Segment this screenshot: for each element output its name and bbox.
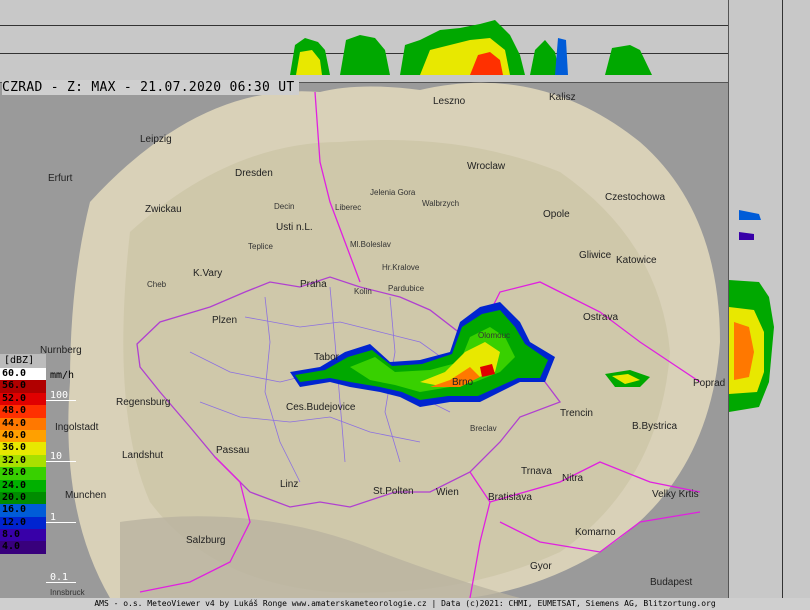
right-profile-echoes: [729, 210, 774, 412]
legend-row: 16.0: [0, 504, 46, 517]
city-label-katowice: Katowice: [616, 255, 657, 266]
city-label-czestochowa: Czestochowa: [605, 192, 666, 203]
right-elevation-profile: [728, 82, 810, 600]
city-label-poprad: Poprad: [693, 378, 726, 389]
city-label-olomouc: Olomouc: [478, 331, 511, 340]
city-label-landshut: Landshut: [122, 450, 164, 461]
city-label-ml-boleslav: Ml.Boleslav: [350, 240, 391, 249]
city-label-ostrava: Ostrava: [583, 312, 619, 323]
city-label-gliwice: Gliwice: [579, 250, 612, 261]
city-label-breclav: Breclav: [470, 424, 497, 433]
rain-rate-mark: 10: [46, 451, 76, 462]
top-elevation-profile: [0, 0, 728, 83]
city-label-liberec: Liberec: [335, 203, 362, 212]
city-label-erfurt: Erfurt: [48, 173, 73, 184]
city-label-praha: Praha: [300, 279, 327, 290]
city-label-salzburg: Salzburg: [186, 535, 226, 546]
city-label-innsbruck: Innsbruck: [50, 588, 85, 597]
rain-rate-mark: 100: [46, 390, 76, 401]
rain-rate-mark: 0.1: [46, 572, 76, 583]
city-label-velky-krtis: Velky Krtis: [652, 489, 699, 500]
city-label-wroclaw: Wroclaw: [467, 161, 506, 172]
city-label-trnava: Trnava: [521, 466, 552, 477]
legend-row: 8.0: [0, 529, 46, 542]
rain-rate-tick: [46, 522, 76, 523]
city-label-walbrzych: Walbrzych: [422, 199, 460, 208]
city-label-kolin: Kolin: [354, 287, 372, 296]
legend-row: 56.0: [0, 380, 46, 393]
city-label-kalisz: Kalisz: [549, 92, 576, 103]
city-label-usti-n-l-: Usti n.L.: [276, 222, 313, 233]
rain-rate-tick: [46, 400, 76, 401]
dbz-legend: [dBZ] 60.0 56.0 52.0 48.0 44.0 40.0 36.0 32.0 28…: [0, 354, 46, 554]
city-label-passau: Passau: [216, 445, 250, 456]
city-label-k-vary: K.Vary: [193, 268, 223, 279]
city-label-ces-budejovice: Ces.Budejovice: [286, 402, 356, 413]
map-title: CZRAD - Z: MAX - 21.07.2020 06:30 UT: [2, 80, 299, 95]
city-label-regensburg: Regensburg: [116, 397, 171, 408]
city-label-wien: Wien: [436, 487, 459, 498]
city-label-cheb: Cheb: [147, 280, 167, 289]
city-label-komarno: Komarno: [575, 527, 616, 538]
city-label-zwickau: Zwickau: [145, 204, 182, 215]
legend-row: 36.0: [0, 442, 46, 455]
city-label-decin: Decin: [274, 202, 295, 211]
legend-row: 20.0: [0, 491, 46, 505]
city-label-ingolstadt: Ingolstadt: [55, 422, 99, 433]
city-label-plzen: Plzen: [212, 315, 238, 326]
legend-row: 32.0: [0, 454, 46, 468]
city-label-b-bystrica: B.Bystrica: [632, 421, 678, 432]
city-label-st-polten: St.Polten: [373, 486, 414, 497]
legend-unit-dbz: [dBZ]: [0, 354, 46, 368]
city-label-dresden: Dresden: [235, 168, 273, 179]
rain-rate-tick: [46, 582, 76, 583]
city-label-leipzig: Leipzig: [140, 134, 172, 145]
top-profile-echoes: [290, 20, 652, 75]
city-label-bratislava: Bratislava: [488, 492, 532, 503]
legend-row: 40.0: [0, 429, 46, 443]
city-label-jelenia-gora: Jelenia Gora: [370, 188, 416, 197]
legend-row: 48.0: [0, 405, 46, 418]
city-label-pardubice: Pardubice: [388, 284, 425, 293]
legend-row: 52.0: [0, 392, 46, 406]
corner-panel: [728, 0, 810, 83]
legend-row: 60.0: [0, 368, 46, 381]
city-label-linz: Linz: [280, 479, 299, 490]
footer-credits: AMS - o.s. MeteoViewer v4 by Lukáš Ronge…: [0, 598, 810, 610]
legend-row: 28.0: [0, 467, 46, 480]
legend-rows: 60.0 56.0 52.0 48.0 44.0 40.0 36.0 32.0 28.0 24.0…: [0, 368, 46, 554]
city-label-nurnberg: Nurnberg: [40, 345, 82, 356]
city-label-hr-kralove: Hr.Kralove: [382, 263, 420, 272]
city-label-budapest: Budapest: [650, 577, 693, 588]
legend-row: 12.0: [0, 516, 46, 530]
city-label-munchen: Munchen: [65, 490, 107, 501]
city-label-teplice: Teplice: [248, 242, 273, 251]
radar-map[interactable]: [0, 82, 728, 598]
city-label-brno: Brno: [452, 377, 474, 388]
rain-rate-mark: 1: [46, 512, 76, 523]
city-label-tabor: Tabor: [314, 352, 340, 363]
legend-unit-rain: mm/h: [50, 370, 75, 381]
rain-rate-tick: [46, 461, 76, 462]
legend-row: 4.0: [0, 541, 46, 554]
city-label-opole: Opole: [543, 209, 570, 220]
city-label-gyor: Gyor: [530, 561, 552, 572]
city-label-nitra: Nitra: [562, 473, 584, 484]
city-label-leszno: Leszno: [433, 96, 466, 107]
legend-row: 24.0: [0, 479, 46, 492]
legend-row: 44.0: [0, 417, 46, 430]
city-label-trencin: Trencin: [560, 408, 593, 419]
